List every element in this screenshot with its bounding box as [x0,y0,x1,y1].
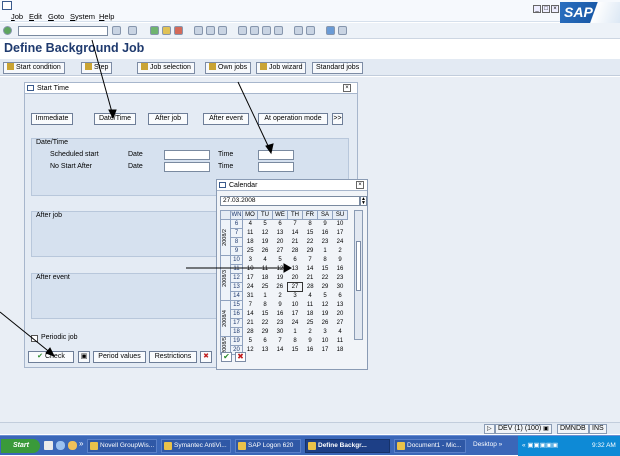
system-info: DEV (1) (100) ▣ [495,424,552,434]
status-bar: ▷ DEV (1) (100) ▣ DMNDB INS [0,422,620,434]
system-tray: « ▣▣▣▣▣ 9:32 AM [518,436,620,456]
tray-icons[interactable]: « ▣▣▣▣▣ [522,436,558,456]
arrow-head-3 [283,263,293,273]
show-desktop-icon[interactable] [44,441,53,450]
arrow-head-1 [108,109,117,120]
start-button[interactable]: Start [1,439,40,453]
arrow-to-save [0,311,53,355]
status-expand-icon[interactable]: ▷ [484,424,495,434]
task-groupwise[interactable]: Novell GroupWis... [87,439,157,453]
input-mode[interactable]: INS [589,424,607,434]
arrow-to-datetime [91,39,114,117]
arrow-head-2 [265,143,274,155]
task-antivirus[interactable]: Symantec AntiVi... [161,439,231,453]
more-icon[interactable]: » [79,439,83,448]
app-icon [308,442,316,450]
task-document1[interactable]: Document1 - Mic... [394,439,466,453]
desktop-toolbar[interactable]: Desktop » [470,439,514,453]
app-icon [164,442,172,450]
taskbar: Start » Novell GroupWis... Symantec Anti… [0,435,620,456]
arrow-head-4 [45,347,56,357]
annotation-arrows [0,39,293,357]
app-icon [90,442,98,450]
task-sap-logon[interactable]: SAP Logon 620 [235,439,301,453]
clock: 9:32 AM [592,442,616,449]
media-icon[interactable] [68,441,77,450]
app-icon [238,442,246,450]
task-define-background-job[interactable]: Define Backgr... [305,439,390,453]
dropdown-icon[interactable]: ▣ [543,426,549,432]
app-icon [397,442,405,450]
arrow-to-time [237,81,271,151]
host-info: DMNDB [557,424,589,434]
browser-icon[interactable] [56,441,65,450]
